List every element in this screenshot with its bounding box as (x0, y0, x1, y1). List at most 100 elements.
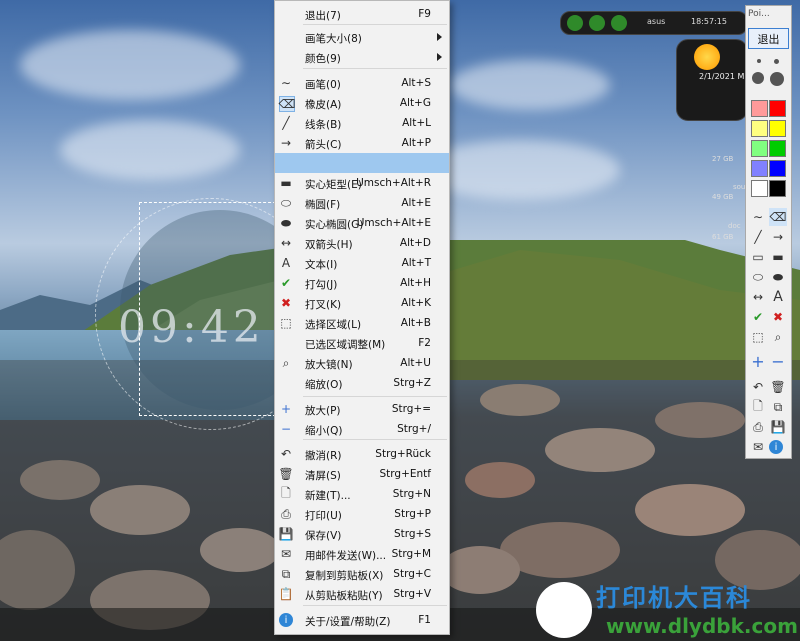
menu-item[interactable]: i 关于/设置/帮助(Z) F1 (275, 610, 449, 630)
cross-icon: ✖ (280, 296, 292, 310)
text-icon[interactable]: A (769, 288, 787, 306)
menu-item[interactable]: 已选区域调整(M) F2 (275, 333, 449, 353)
menu-separator (303, 396, 447, 397)
printer-icon[interactable]: ⎙ (749, 418, 767, 436)
pen-size-small[interactable] (757, 59, 761, 63)
refresh-icon[interactable] (589, 15, 605, 31)
undo-icon[interactable]: ↶ (749, 378, 767, 396)
zoom-out-icon[interactable]: − (769, 352, 787, 371)
menu-item[interactable]: 🗋 新建(T)... Strg+N (275, 484, 449, 504)
watermark-title: 打印机大百科 (596, 584, 752, 612)
color-swatch[interactable] (751, 100, 768, 117)
filled-rect-icon[interactable]: ▬ (769, 248, 787, 266)
menu-item-shortcut: Strg+V (393, 588, 431, 600)
menu-item[interactable]: → 箭头(C) Alt+P (275, 133, 449, 153)
pen-size-medium[interactable] (774, 59, 779, 64)
zoom-in-icon[interactable]: + (749, 352, 767, 371)
back-icon[interactable] (567, 15, 583, 31)
trash-icon[interactable]: 🗑 (769, 378, 787, 396)
color-swatch[interactable] (751, 120, 768, 137)
text-icon: A (281, 256, 291, 270)
menu-item[interactable]: ⎙ 打印(U) Strg+P (275, 504, 449, 524)
context-menu: 退出(7) F9 画笔大小(8) 颜色(9) ∼ 画笔(0) Alt+S ⌫ 橡皮(A) Alt+… (274, 0, 450, 635)
watermark-url: www.dlydbk.com (606, 614, 798, 638)
menu-item[interactable]: 💾 保存(V) Strg+S (275, 524, 449, 544)
color-swatch[interactable] (769, 120, 786, 137)
menu-item-label: 打印(U) (305, 510, 342, 522)
menu-item[interactable]: ✖ 打叉(K) Alt+K (275, 293, 449, 313)
save-icon[interactable]: 💾 (769, 418, 787, 436)
menu-item[interactable]: ⬚ 选择区域(L) Alt+B (275, 313, 449, 333)
menu-item[interactable]: 🗑 清屏(S) Strg+Entf (275, 464, 449, 484)
menu-item[interactable]: ⌫ 橡皮(A) Alt+G (275, 93, 449, 113)
color-swatch[interactable] (769, 140, 786, 157)
double-arrow-icon: ↔ (280, 236, 292, 250)
color-swatch[interactable] (769, 180, 786, 197)
power-icon[interactable] (611, 15, 627, 31)
color-swatch[interactable] (769, 100, 786, 117)
arrow-icon[interactable]: → (769, 228, 787, 246)
pen-size-xlarge[interactable] (770, 72, 784, 86)
menu-item[interactable]: ⌕ 放大镜(N) Alt+U (275, 353, 449, 373)
menu-item[interactable] (275, 153, 449, 173)
copy-icon[interactable]: ⧉ (769, 398, 787, 416)
color-swatch[interactable] (769, 160, 786, 177)
ellipse-icon[interactable]: ⬭ (749, 268, 767, 286)
mail-icon[interactable]: ✉ (749, 438, 767, 456)
menu-item[interactable]: ⬬ 实心椭圆(G) Umsch+Alt+E (275, 213, 449, 233)
menu-item[interactable]: ⧉ 复制到剪贴板(X) Strg+C (275, 564, 449, 584)
eraser-icon: ⌫ (278, 96, 296, 112)
quit-button[interactable]: 退出 (748, 28, 789, 49)
menu-item[interactable]: − 缩小(Q) Strg+/ (275, 419, 449, 439)
menu-item[interactable]: A 文本(I) Alt+T (275, 253, 449, 273)
check-icon[interactable]: ✔ (749, 308, 767, 326)
eraser-icon[interactable]: ⌫ (769, 208, 787, 226)
menu-item[interactable]: ╱ 线条(B) Alt+L (275, 113, 449, 133)
menu-item[interactable]: ▬ 实心矩型(E) Umsch+Alt+R (275, 173, 449, 193)
menu-item[interactable]: ✉ 用邮件发送(W)... Strg+M (275, 544, 449, 564)
magnifier-icon[interactable]: ⌕ (769, 328, 787, 346)
selection-rectangle[interactable] (139, 202, 281, 416)
menu-item-label: 打叉(K) (305, 299, 342, 311)
menu-item[interactable]: ↶ 撤消(R) Strg+Rück (275, 444, 449, 464)
menu-item-shortcut: Alt+L (402, 117, 431, 129)
gauge-label: 27 GB (712, 155, 734, 163)
copy-icon: ⧉ (281, 566, 291, 581)
color-swatch[interactable] (751, 160, 768, 177)
menu-item[interactable]: 颜色(9) (275, 47, 449, 67)
info-icon[interactable]: i (769, 440, 783, 454)
filled-ellipse-icon[interactable]: ⬬ (769, 268, 787, 286)
menu-item[interactable]: ∼ 画笔(0) Alt+S (275, 73, 449, 93)
line-icon[interactable]: ╱ (749, 228, 767, 246)
menu-item[interactable]: ⬭ 椭圆(F) Alt+E (275, 193, 449, 213)
menu-item[interactable]: + 放大(P) Strg+= (275, 399, 449, 419)
menu-item[interactable]: 缩放(O) Strg+Z (275, 373, 449, 393)
printer-logo-icon (536, 582, 592, 638)
menu-item-label: 画笔(0) (305, 79, 341, 91)
select-area-icon[interactable]: ⬚ (749, 328, 767, 346)
cloud (60, 120, 240, 180)
pen-icon[interactable]: ∼ (749, 208, 767, 226)
rect-icon[interactable]: ▭ (749, 248, 767, 266)
menu-item-shortcut: Alt+K (401, 297, 431, 309)
menu-item-label: 箭头(C) (305, 139, 342, 151)
menu-item-label: 放大(P) (305, 405, 341, 417)
double-arrow-icon[interactable]: ↔ (749, 288, 767, 306)
printer-icon: ⎙ (281, 506, 291, 521)
menu-item[interactable]: 📋 从剪贴板粘贴(Y) Strg+V (275, 584, 449, 604)
menu-item-label: 退出(7) (305, 10, 341, 22)
color-swatch[interactable] (751, 180, 768, 197)
gauge-label: sou (733, 183, 746, 191)
menu-item[interactable]: 退出(7) F9 (275, 4, 449, 24)
new-file-icon[interactable]: 🗋 (749, 398, 767, 416)
menu-item-label: 缩小(Q) (305, 425, 343, 437)
menu-item-label: 画笔大小(8) (305, 33, 362, 45)
pen-size-large[interactable] (752, 72, 764, 84)
menu-item[interactable]: ↔ 双箭头(H) Alt+D (275, 233, 449, 253)
color-swatch[interactable] (751, 140, 768, 157)
menu-item-label: 新建(T)... (305, 490, 351, 502)
cross-icon[interactable]: ✖ (769, 308, 787, 326)
menu-item-shortcut: Strg+Rück (375, 448, 431, 460)
menu-item[interactable]: 画笔大小(8) (275, 27, 449, 47)
menu-item[interactable]: ✔ 打勾(J) Alt+H (275, 273, 449, 293)
